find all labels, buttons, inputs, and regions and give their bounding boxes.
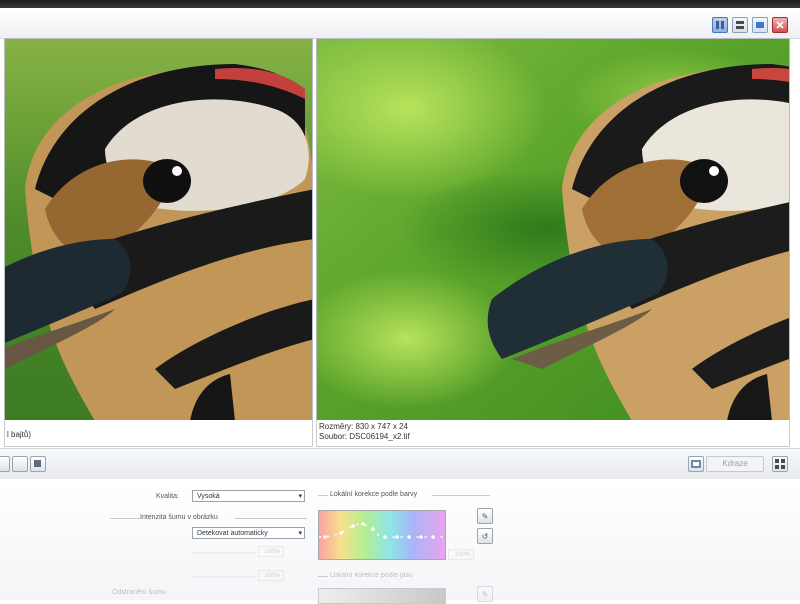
noise-spin-1[interactable]: 100% (258, 546, 284, 557)
color-curve-graph (319, 522, 445, 539)
single-view-icon (756, 22, 764, 28)
noise-intensity-label: Intenzita šumu v obrázku (140, 514, 218, 521)
color-spin[interactable]: 100% (448, 549, 474, 560)
side-by-side-icon (716, 21, 724, 29)
noise-slider-1[interactable] (192, 552, 256, 554)
side-by-side-view-button[interactable] (712, 17, 728, 33)
quality-select-value: Vysoká (197, 493, 220, 500)
reset-icon: ↺ (481, 531, 489, 541)
view-mode-group (712, 17, 788, 33)
divider (432, 495, 490, 496)
image-file-text: Soubor: DSC06194_x2.tif (319, 432, 410, 441)
preview-button[interactable] (688, 456, 704, 472)
original-size-text: l bajtů) (7, 430, 32, 439)
close-view-button[interactable] (772, 17, 788, 33)
divider (318, 576, 328, 577)
noise-removal-label: Odstranění šumu (112, 589, 166, 596)
reset-color-button[interactable]: ↺ (477, 528, 493, 544)
tool-button-3[interactable] (30, 456, 46, 472)
woodpecker-processed-image (317, 39, 789, 421)
local-color-label: Lokální korekce podle barvy (330, 491, 418, 498)
divider (110, 518, 140, 519)
chevron-down-icon: ▾ (298, 530, 302, 537)
split-view-button[interactable] (732, 17, 748, 33)
original-image-pane[interactable] (4, 38, 313, 422)
tool-button-2[interactable] (12, 456, 28, 472)
zoom-field[interactable]: Kdraze (706, 456, 764, 472)
noise-detect-select[interactable]: Detekovat automaticky ▾ (192, 527, 305, 539)
color-correction-curve[interactable] (318, 510, 446, 560)
zoom-icon (34, 460, 41, 467)
close-icon (776, 21, 784, 29)
top-toolbar (0, 8, 800, 39)
divider (318, 495, 328, 496)
window-titlebar (0, 0, 800, 8)
processed-image-info: Rozměry: 830 x 747 x 24 Soubor: DSC06194… (316, 420, 790, 447)
noise-detect-value: Detekovat automaticky (197, 530, 268, 537)
bottom-toolbar: Kdraze (0, 448, 800, 480)
eyedropper-icon: ✎ (481, 511, 489, 521)
tool-button-1[interactable] (0, 456, 10, 472)
woodpecker-original-image (5, 39, 312, 421)
noise-spin-2[interactable]: 100% (258, 570, 284, 581)
layout-button[interactable] (772, 456, 788, 472)
local-brightness-label: Lokální korekce podle jasu (330, 572, 413, 579)
grid-icon (775, 459, 785, 469)
brightness-correction-curve[interactable] (318, 588, 446, 604)
quality-label: Kvalita: (156, 493, 179, 500)
split-view-icon (736, 21, 744, 29)
original-image-info: l bajtů) (4, 420, 313, 447)
quality-select[interactable]: Vysoká ▾ (192, 490, 305, 502)
chevron-down-icon: ▾ (298, 493, 302, 500)
single-view-button[interactable] (752, 17, 768, 33)
divider (235, 518, 307, 519)
processed-image-pane[interactable] (316, 38, 790, 422)
eyedropper-icon: ✎ (481, 589, 489, 599)
preview-icon (691, 460, 701, 468)
image-dimensions-text: Rozměry: 830 x 747 x 24 (319, 422, 408, 431)
color-picker-button[interactable]: ✎ (477, 508, 493, 524)
noise-slider-2[interactable] (192, 576, 256, 578)
